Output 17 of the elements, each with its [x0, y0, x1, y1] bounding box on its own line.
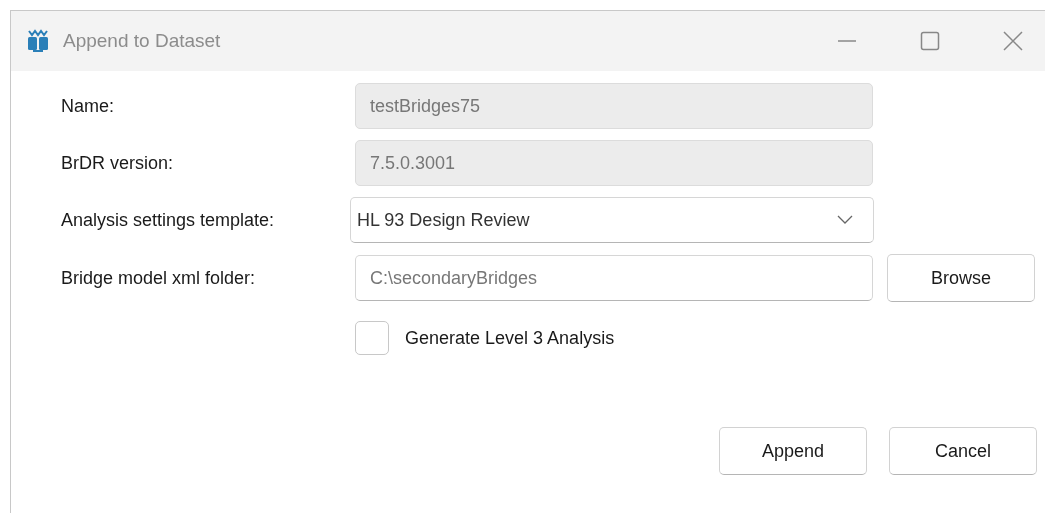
- maximize-icon[interactable]: [920, 31, 940, 51]
- field-label: BrDR version:: [61, 152, 175, 174]
- field-label: Analysis settings template:: [61, 209, 276, 231]
- checkbox-label: Generate Level 3 Analysis: [405, 327, 615, 349]
- template-dropdown[interactable]: HL 93 Design Review: [350, 197, 874, 243]
- dropdown-value: HL 93 Design Review: [357, 209, 530, 231]
- checkbox[interactable]: [355, 321, 389, 355]
- cancel-button[interactable]: Cancel: [889, 427, 1037, 475]
- field-label: Bridge model xml folder:: [61, 267, 257, 289]
- browse-button[interactable]: Browse: [887, 254, 1035, 302]
- close-icon[interactable]: [1003, 31, 1023, 51]
- input-field[interactable]: C:\secondaryBridges: [355, 255, 873, 301]
- window-title: Append to Dataset: [63, 30, 221, 52]
- app-logo-icon: [27, 29, 49, 53]
- append-button[interactable]: Append: [719, 427, 867, 475]
- field-label: Name:: [61, 95, 115, 117]
- chevron-down-icon: [837, 215, 853, 225]
